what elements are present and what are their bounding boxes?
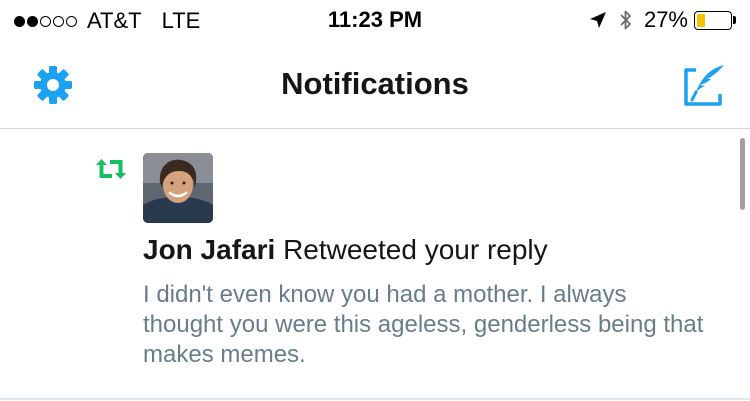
tweet-text: I didn't even know you had a mother. I a… [143,281,704,368]
compose-tweet-icon [684,65,724,106]
status-right: 27% [588,7,736,33]
bluetooth-icon [620,10,631,30]
scrollbar[interactable] [740,138,745,210]
battery-percentage: 27% [643,7,688,32]
navigation-bar: Notifications [0,40,750,129]
page-title: Notifications [281,66,469,101]
user-name[interactable]: Jon Jafari [143,234,275,265]
battery-icon [694,10,732,30]
twitter-notifications-screen: AT&T LTE 11:23 PM 27% Notifications Jon … [0,0,750,401]
retweet-icon [96,159,126,179]
user-avatar-image [143,153,213,223]
notification-item[interactable]: Jon Jafari Retweeted your reply I didn't… [0,130,750,400]
notification-action: Retweeted your reply [283,234,548,265]
battery-tip [733,16,736,24]
location-arrow-icon [589,12,606,28]
compose-tweet-button[interactable] [682,62,728,108]
avatar[interactable] [143,153,213,223]
notification-headline: Jon Jafari Retweeted your reply [143,234,548,266]
battery-level-fill [697,13,705,27]
status-bar: AT&T LTE 11:23 PM 27% [0,0,750,40]
divider [0,398,750,400]
